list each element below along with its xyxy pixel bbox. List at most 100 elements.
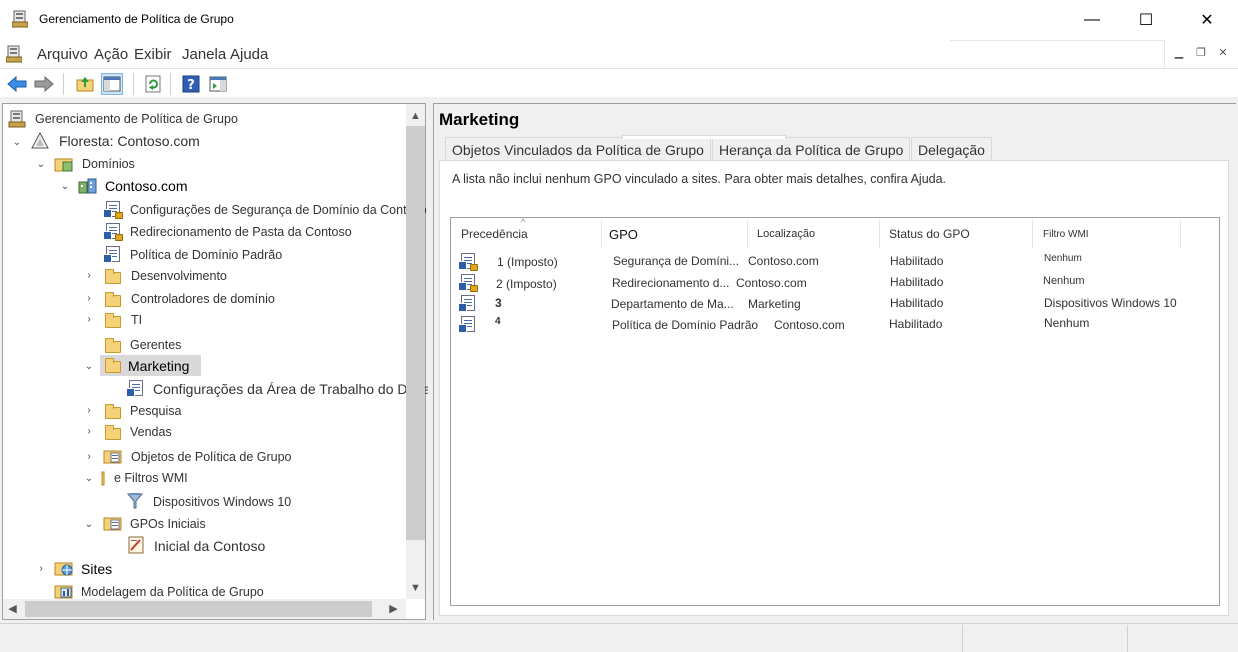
tab-delegation[interactable]: Delegação xyxy=(911,137,992,161)
chevron-right-icon[interactable]: › xyxy=(36,563,46,574)
menu-bar-divider xyxy=(950,40,1165,68)
tree-item-gpo-link-folder-redirection[interactable]: Redirecionamento de Pasta da Contoso xyxy=(103,222,352,242)
chevron-right-icon[interactable]: › xyxy=(84,293,94,304)
tree-item-domains[interactable]: Domínios xyxy=(54,154,135,174)
column-label: Filtro WMI xyxy=(1043,228,1089,240)
tree-item-label: Contoso.com xyxy=(105,178,188,194)
modeling-icon xyxy=(54,582,73,600)
tree-item-ou-controladores[interactable]: Controladores de domínio xyxy=(103,289,275,309)
column-wmi-filter[interactable]: Filtro WMI xyxy=(1033,220,1181,248)
tree-horizontal-scroll-thumb[interactable] xyxy=(25,601,372,617)
menu-ajuda[interactable]: Ajuda xyxy=(230,46,268,63)
cell-gpo: Política de Domínio Padrão xyxy=(612,318,759,332)
tree-item-ou-vendas[interactable]: Vendas xyxy=(103,422,172,442)
table-row[interactable]: 4 Política de Domínio Padrão Contoso.com… xyxy=(452,314,1218,334)
tab-linked-gpos[interactable]: Objetos Vinculados da Política de Grupo xyxy=(445,137,711,161)
table-row[interactable]: 2 (Imposto) Redirecionamento d... Contos… xyxy=(452,272,1218,292)
tree-item-forest[interactable]: Floresta: Contoso.com xyxy=(31,131,200,151)
column-location[interactable]: Localização xyxy=(748,220,880,248)
status-bar-separator xyxy=(962,625,963,652)
tree-item-domain-contoso[interactable]: Contoso.com xyxy=(78,176,187,196)
tree-item-ou-ti[interactable]: TI xyxy=(103,310,142,330)
column-precedence[interactable]: Precedência xyxy=(452,220,602,248)
tree-item-label: Controladores de domínio xyxy=(131,292,275,306)
back-arrow-icon[interactable] xyxy=(6,73,28,95)
tree-vertical-scroll-thumb[interactable] xyxy=(406,126,425,540)
tree-item-gpo-link-security[interactable]: Configurações de Segurança de Domínio da… xyxy=(103,200,427,220)
scroll-down-icon[interactable]: ▼ xyxy=(406,579,425,597)
mdi-close-button[interactable]: ✕ xyxy=(1213,46,1233,62)
chevron-right-icon[interactable]: › xyxy=(84,314,94,325)
table-row[interactable]: 1 (Imposto) Segurança de Domíni... Conto… xyxy=(452,251,1218,271)
show-hide-console-tree-icon[interactable] xyxy=(101,73,123,95)
chevron-down-icon[interactable]: ⌄ xyxy=(84,473,94,484)
active-tab-highlight xyxy=(622,135,786,139)
tree-item-starter-gpos[interactable]: GPOs Iniciais xyxy=(103,514,206,534)
mdi-minimize-button[interactable]: ▁ xyxy=(1169,46,1189,62)
menu-arquivo[interactable]: Arquivo xyxy=(37,46,88,63)
gpo-link-enforced-icon xyxy=(103,200,123,219)
domains-folder-icon xyxy=(54,155,73,173)
chevron-right-icon[interactable]: › xyxy=(84,405,94,416)
chevron-right-icon[interactable]: › xyxy=(84,451,94,462)
chevron-down-icon[interactable]: ⌄ xyxy=(60,181,70,192)
close-button[interactable]: ✕ xyxy=(1184,0,1230,40)
tree-item-ou-marketing[interactable]: Marketing xyxy=(100,355,201,376)
scroll-right-icon[interactable]: ▶ xyxy=(384,600,403,618)
table-row[interactable]: 3 Departamento de Ma... Marketing Habili… xyxy=(452,293,1218,313)
chevron-down-icon[interactable]: ⌄ xyxy=(84,519,94,530)
tree-item-root[interactable]: Gerenciamento de Política de Grupo xyxy=(8,109,238,129)
tree-item-starter-contoso[interactable]: Inicial da Contoso xyxy=(127,536,265,556)
column-gpo-status[interactable]: Status do GPO xyxy=(880,220,1033,248)
cell-location: Contoso.com xyxy=(774,318,845,332)
tree-item-label: Desenvolvimento xyxy=(131,269,227,283)
forward-arrow-icon[interactable] xyxy=(33,73,55,95)
refresh-icon[interactable] xyxy=(142,73,164,95)
tree-item-gpo-link-default-domain[interactable]: Política de Domínio Padrão xyxy=(103,245,282,265)
menu-exibir[interactable]: Exibir xyxy=(134,46,172,63)
tree-item-ou-gerentes[interactable]: Gerentes xyxy=(103,335,181,355)
chevron-right-icon[interactable]: › xyxy=(84,426,94,437)
chevron-down-icon[interactable]: ⌄ xyxy=(84,361,94,372)
domain-icon xyxy=(78,177,97,195)
minimize-button[interactable]: — xyxy=(1069,0,1115,40)
chevron-down-icon[interactable]: ⌄ xyxy=(12,137,22,148)
scroll-left-icon[interactable]: ◀ xyxy=(3,600,22,618)
tree-item-gpo-container[interactable]: Objetos de Política de Grupo xyxy=(103,447,292,467)
tree-item-label: Floresta: Contoso.com xyxy=(59,133,200,149)
menu-acao[interactable]: Ação xyxy=(94,46,128,63)
maximize-button[interactable]: ☐ xyxy=(1123,0,1169,40)
menu-janela[interactable]: Janela xyxy=(182,46,226,63)
tree-item-sites[interactable]: Sites xyxy=(54,559,112,579)
cell-location: Contoso.com xyxy=(748,254,819,268)
tree-item-label: Gerenciamento de Política de Grupo xyxy=(35,112,238,126)
svg-text:?: ? xyxy=(187,78,195,93)
toolbar: ? xyxy=(0,68,1238,98)
scroll-up-icon[interactable]: ▲ xyxy=(406,107,425,125)
title-bar: Gerenciamento de Política de Grupo — ☐ ✕ xyxy=(0,0,1238,40)
tree-item-label: GPOs Iniciais xyxy=(130,517,206,531)
tree-item-ou-desenvolvimento[interactable]: Desenvolvimento xyxy=(103,266,227,286)
status-bar-separator xyxy=(1127,625,1128,652)
cell-wmi: Nenhum xyxy=(1044,316,1090,330)
tab-gpo-inheritance[interactable]: Herança da Política de Grupo xyxy=(712,137,911,161)
cell-status: Habilitado xyxy=(890,296,944,310)
up-folder-icon[interactable] xyxy=(74,73,96,95)
mmc-document-icon xyxy=(5,45,23,63)
tree-item-label: Configurações de Segurança de Domínio da… xyxy=(130,203,427,217)
mdi-restore-button[interactable]: ❐ xyxy=(1191,46,1211,62)
tree-item-label: Inicial da Contoso xyxy=(154,538,266,554)
tree-item-ou-pesquisa[interactable]: Pesquisa xyxy=(103,401,181,421)
chevron-down-icon[interactable]: ⌄ xyxy=(36,159,46,170)
sort-ascending-icon: ^ xyxy=(521,217,526,227)
tree-item-wmi-filters[interactable]: e Filtros WMI xyxy=(101,468,188,488)
show-action-pane-icon[interactable] xyxy=(207,73,229,95)
tree-item-label: Redirecionamento de Pasta da Contoso xyxy=(130,225,352,239)
filter-icon xyxy=(126,492,144,510)
chevron-right-icon[interactable]: › xyxy=(84,270,94,281)
tree-item-wmi-windows10[interactable]: Dispositivos Windows 10 xyxy=(126,492,291,512)
column-gpo[interactable]: GPO xyxy=(602,220,748,248)
help-icon[interactable]: ? xyxy=(180,73,202,95)
sites-icon xyxy=(54,559,73,577)
starter-gpo-icon xyxy=(127,536,145,554)
